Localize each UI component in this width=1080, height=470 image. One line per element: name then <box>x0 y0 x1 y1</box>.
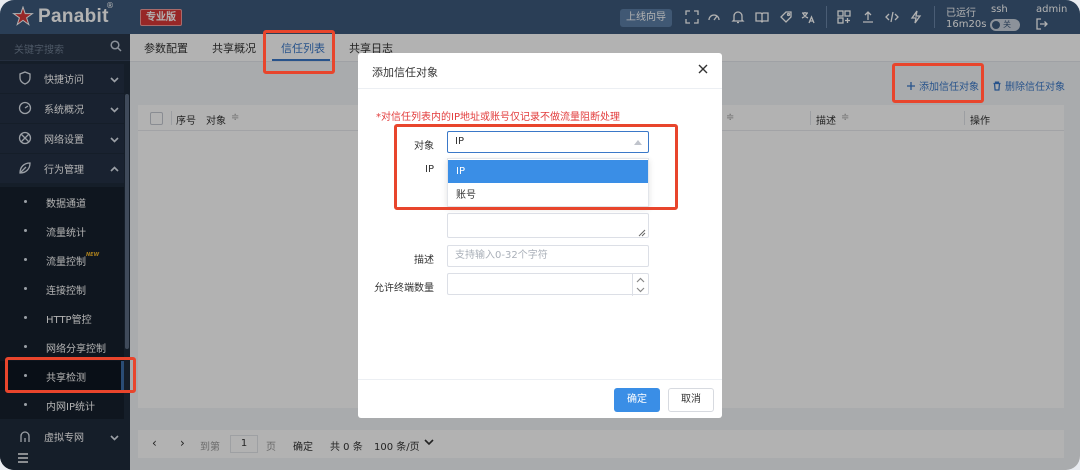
cancel-button[interactable]: 取消 <box>668 388 714 412</box>
app-window: Panabit ® 专业版 上线向导 已运行 16m20s ssh 关 admi… <box>0 0 1080 470</box>
dialog-divider <box>358 88 722 89</box>
close-icon[interactable] <box>697 63 709 75</box>
stepper-up-icon[interactable] <box>636 277 645 284</box>
description-placeholder: 支持输入0-32个字符 <box>455 250 548 261</box>
description-input[interactable]: 支持输入0-32个字符 <box>447 245 649 267</box>
number-stepper[interactable] <box>632 274 648 296</box>
description-label: 描述 <box>414 255 434 266</box>
highlight-box-add-button <box>892 63 984 103</box>
dialog-footer-divider <box>358 379 722 380</box>
terminal-count-label: 允许终端数量 <box>374 283 434 294</box>
highlight-box-object-select <box>394 124 678 210</box>
confirm-button[interactable]: 确定 <box>614 388 660 412</box>
highlight-box-trust-tab <box>263 30 335 74</box>
add-trust-object-dialog: 添加信任对象 *对信任列表内的IP地址或账号仅记录不做流量阻断处理 对象 IP … <box>358 53 722 418</box>
stepper-down-icon[interactable] <box>636 286 645 293</box>
ip-textarea[interactable] <box>447 213 649 238</box>
dialog-note: *对信任列表内的IP地址或账号仅记录不做流量阻断处理 <box>376 112 620 123</box>
terminal-count-input[interactable] <box>447 273 649 296</box>
resize-handle-icon[interactable] <box>638 227 646 237</box>
highlight-box-sidebar-item <box>5 357 136 393</box>
dialog-title: 添加信任对象 <box>372 66 438 79</box>
